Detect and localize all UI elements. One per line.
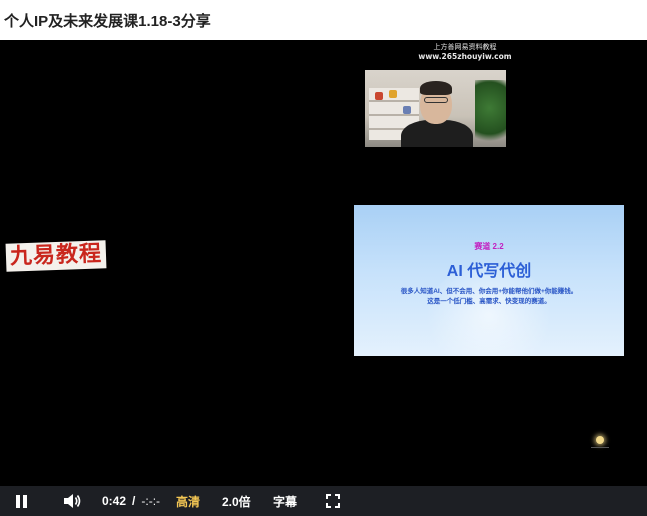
shelf-item <box>375 92 383 100</box>
slide-body-line-1: 很多人知道AI、但不会用、你会用+你能帮他们做+你能赚钱。 <box>400 288 578 295</box>
current-time: 0:42 <box>102 494 127 508</box>
pause-icon[interactable] <box>16 486 30 516</box>
speed-button[interactable]: 2.0倍 <box>222 486 251 516</box>
cursor-underline <box>591 447 609 448</box>
webcam-feed <box>365 70 506 147</box>
plant <box>475 80 506 147</box>
top-watermark: 上方善网易资料教程 www.265zhouyiw.com <box>410 42 520 62</box>
presenter-hair <box>420 81 452 95</box>
slide-body: 很多人知道AI、但不会用、你会用+你能帮他们做+你能赚钱。 这是一个低门槛、高需… <box>374 287 604 307</box>
subtitle-button[interactable]: 字幕 <box>273 486 297 516</box>
duration: -:-:- <box>141 494 161 508</box>
slide-body-line-2: 这是一个低门槛、高需求、快变现的赛道。 <box>427 298 551 305</box>
quality-button[interactable]: 高清 <box>176 486 200 516</box>
slide-heading: AI 代写代创 <box>446 263 532 280</box>
video-title: 个人IP及未来发展课1.18-3分享 <box>0 0 647 40</box>
presenter-body <box>401 120 473 147</box>
volume-icon[interactable] <box>62 486 82 516</box>
shelf-item <box>403 106 411 114</box>
time-separator: / <box>132 494 136 508</box>
player-controls: 0:42 / -:-:- 高清 2.0倍 字幕 <box>0 486 647 516</box>
watermark-line-2: www.265zhouyiw.com <box>418 52 512 61</box>
slide-tag: 赛道 2.2 <box>474 242 504 251</box>
cursor-highlight-icon <box>596 436 604 444</box>
logo-watermark: 九易教程 <box>5 240 107 272</box>
fullscreen-icon[interactable] <box>326 486 340 516</box>
shelf-item <box>389 90 397 98</box>
playback-time: 0:42 / -:-:- <box>102 486 160 516</box>
video-player[interactable]: 上方善网易资料教程 www.265zhouyiw.com 九易教程 赛道 2.2… <box>0 40 647 486</box>
presenter-glasses <box>424 97 448 103</box>
watermark-line-1: 上方善网易资料教程 <box>433 43 497 51</box>
video-title-text: 个人IP及未来发展课1.18-3分享 <box>4 12 211 30</box>
presentation-slide: 赛道 2.2 AI 代写代创 很多人知道AI、但不会用、你会用+你能帮他们做+你… <box>354 205 624 356</box>
